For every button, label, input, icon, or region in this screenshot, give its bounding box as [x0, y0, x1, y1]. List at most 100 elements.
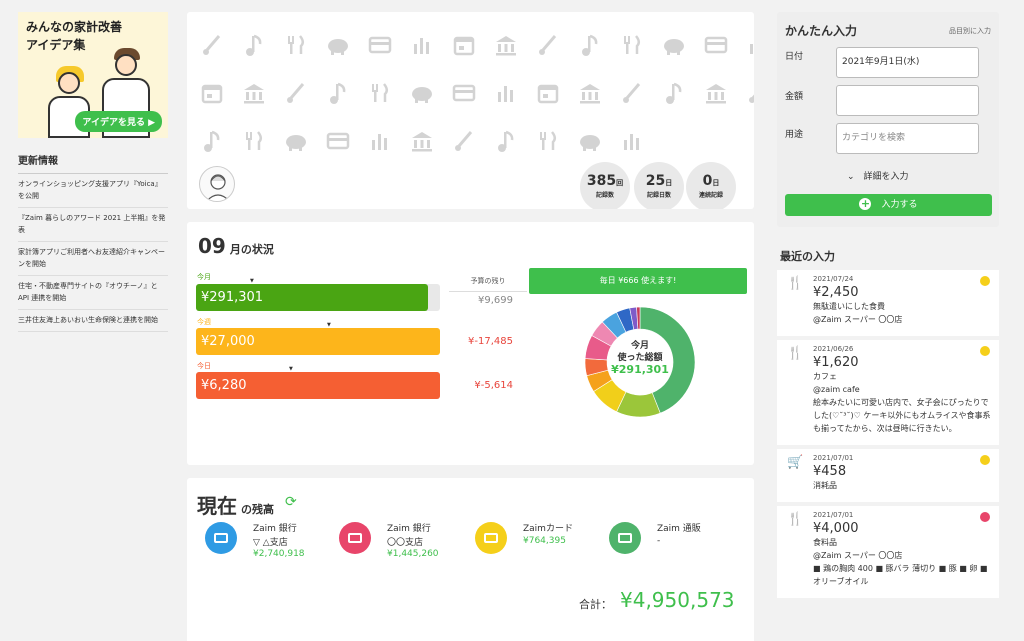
recent-entry[interactable]: 🍴 2021/07/01 ¥4,000 食料品 @Zaim スーパー 〇〇店 ■…: [777, 506, 999, 598]
note-icon: [493, 128, 519, 154]
remaining-budget-header: 予算の残り: [449, 276, 527, 292]
bank-icon: [577, 80, 603, 106]
balance-title-sub: の残高: [241, 503, 274, 516]
stat-streak: 0日 連続記録: [686, 162, 736, 209]
plus-icon: +: [859, 197, 872, 210]
budget-bar-month[interactable]: ¥291,301: [196, 284, 440, 311]
account-item[interactable]: Zaim 銀行 〇〇支店 ¥1,445,260: [339, 522, 469, 572]
news-item[interactable]: オンラインショッピング支援アプリ『Yoica』を公開: [18, 174, 168, 208]
detail-input-toggle[interactable]: ⌄ 詳細を入力: [847, 169, 909, 182]
account-name: Zaim 銀行 ▽ △支店: [253, 524, 297, 548]
bank-icon: [339, 522, 371, 554]
stat-record-count-label: 記録数: [595, 192, 614, 199]
left-column: みんなの家計改善 アイデア集 アイデアを見る ▶ 更新情報 オンラインショッピン…: [18, 12, 168, 332]
stat-unit: 日: [712, 179, 720, 187]
donut-label-line1: 今月: [630, 341, 649, 351]
bank-icon: [493, 32, 519, 58]
card-icon: [325, 128, 351, 154]
news-item[interactable]: 『Zaim 暮らしのアワード 2021 上半期』を発表: [18, 208, 168, 242]
donut-center-text: 今月 使った総額 ¥291,301: [584, 340, 696, 376]
banner-title-line1: みんなの家計改善: [26, 20, 123, 34]
fork-icon: [283, 32, 309, 58]
banner-title: みんなの家計改善 アイデア集: [26, 18, 122, 54]
cal-icon: [199, 80, 225, 106]
budget-bar-week[interactable]: ¥27,000: [196, 328, 440, 355]
account-amount: ¥1,445,260: [387, 549, 439, 559]
avatar-person-icon: [206, 174, 230, 201]
decorative-icon-grid: [199, 32, 754, 176]
card-icon: [475, 522, 507, 554]
bar-label-week: 今週: [197, 318, 211, 326]
month-suffix: 月の状況: [229, 243, 274, 256]
input-by-item-link[interactable]: 品目別に入力: [949, 26, 991, 36]
budget-bar-week-fill: ¥27,000: [196, 328, 440, 355]
pig-icon: [409, 80, 435, 106]
entry-date: 2021/07/24: [813, 275, 854, 283]
recent-entry[interactable]: 🍴 2021/06/26 ¥1,620 カフェ @zaim cafe 絵本みたい…: [777, 340, 999, 445]
bank-icon: [205, 522, 237, 554]
recent-entries-list: 🍴 2021/07/24 ¥2,450 無駄遣いにした食費 @Zaim スーパー…: [777, 270, 999, 641]
card-icon: [703, 32, 729, 58]
bank-icon: [241, 80, 267, 106]
category-search-input[interactable]: カテゴリを検索: [836, 123, 979, 154]
woman-head-illustration: [58, 72, 80, 94]
card-icon: [367, 32, 393, 58]
brush-icon: [535, 32, 561, 58]
account-amount: ¥2,740,918: [253, 549, 305, 559]
recent-entry[interactable]: 🛒 2021/07/01 ¥458 消耗品: [777, 449, 999, 502]
entry-memo: 無駄遣いにした食費 @Zaim スーパー 〇〇店: [813, 302, 903, 324]
brush-icon: [745, 80, 754, 106]
amount-field[interactable]: [836, 85, 979, 116]
news-item[interactable]: 住宅・不動産専門サイトの『オウチーノ』と API 連携を開始: [18, 276, 168, 310]
entry-amount: ¥1,620: [813, 355, 859, 370]
fork-icon: [619, 32, 645, 58]
news-title: 更新情報: [18, 152, 168, 174]
bank-icon: [409, 128, 435, 154]
balance-panel: 現在 の残高 ⟳ Zaim 銀行 ▽ △支店 ¥2,740,918 Zaim 銀行…: [187, 478, 754, 641]
fork-knife-icon: 🍴: [787, 512, 804, 527]
budget-bar-today-fill: ¥6,280: [196, 372, 440, 399]
stat-unit: 日: [665, 179, 673, 187]
budget-bar-today[interactable]: ¥6,280: [196, 372, 440, 399]
stat-record-days: 25日 記録日数: [634, 162, 684, 209]
total-label: 合計：: [579, 598, 612, 611]
fork-icon: [535, 128, 561, 154]
bars-icon: [745, 32, 754, 58]
quick-input-title: かんたん入力: [785, 24, 858, 38]
pig-icon: [325, 32, 351, 58]
daily-allowance-banner: 毎日 ¥666 使えます!: [529, 268, 747, 294]
cart-icon: 🛒: [787, 455, 804, 470]
entry-date: 2021/07/01: [813, 511, 854, 519]
news-item[interactable]: 三井住友海上あいおい生命保険と連携を開始: [18, 310, 168, 332]
submit-entry-label: 入力する: [881, 200, 918, 210]
account-amount: -: [657, 536, 661, 546]
category-label: 用途: [785, 130, 804, 140]
account-item[interactable]: Zaim 通販 -: [609, 522, 739, 572]
stat-streak-label: 連続記録: [698, 192, 723, 199]
idea-banner[interactable]: みんなの家計改善 アイデア集 アイデアを見る ▶: [18, 12, 168, 138]
brush-icon: [283, 80, 309, 106]
fork-knife-icon: 🍴: [787, 346, 804, 361]
balance-title: 現在 の残高: [197, 490, 274, 519]
pig-icon: [577, 128, 603, 154]
see-ideas-button[interactable]: アイデアを見る ▶: [75, 111, 162, 132]
bars-icon: [619, 128, 645, 154]
date-field[interactable]: 2021年9月1日(水): [836, 47, 979, 78]
profile-header-panel: 385回 記録数 25日 記録日数 0日 連続記録: [187, 12, 754, 209]
quick-input-panel: かんたん入力 品目別に入力 日付 2021年9月1日(水) 金額 用途 カテゴリ…: [777, 12, 999, 227]
user-avatar[interactable]: [199, 166, 235, 202]
entry-memo: 消耗品: [813, 481, 837, 490]
refresh-icon[interactable]: ⟳: [285, 494, 297, 510]
bar-label-month: 今月: [197, 273, 211, 281]
submit-entry-button[interactable]: + 入力する: [785, 194, 992, 216]
entry-memo: カフェ @zaim cafe 絵本みたいに可愛い店内で、女子会にぴったりでした(…: [813, 372, 991, 433]
recent-entry[interactable]: 🍴 2021/07/24 ¥2,450 無駄遣いにした食費 @Zaim スーパー…: [777, 270, 999, 336]
entry-amount: ¥2,450: [813, 285, 859, 300]
account-item[interactable]: Zaim 銀行 ▽ △支店 ¥2,740,918: [205, 522, 335, 572]
account-item[interactable]: Zaimカード ¥764,395: [475, 522, 605, 572]
amount-label: 金額: [785, 92, 804, 102]
stat-streak-value: 0: [702, 173, 713, 189]
news-item[interactable]: 家計簿アプリご利用者へお友達紹介キャンペーンを開始: [18, 242, 168, 276]
remaining-month: ¥9,699: [478, 295, 513, 306]
stat-record-days-label: 記録日数: [646, 192, 671, 199]
